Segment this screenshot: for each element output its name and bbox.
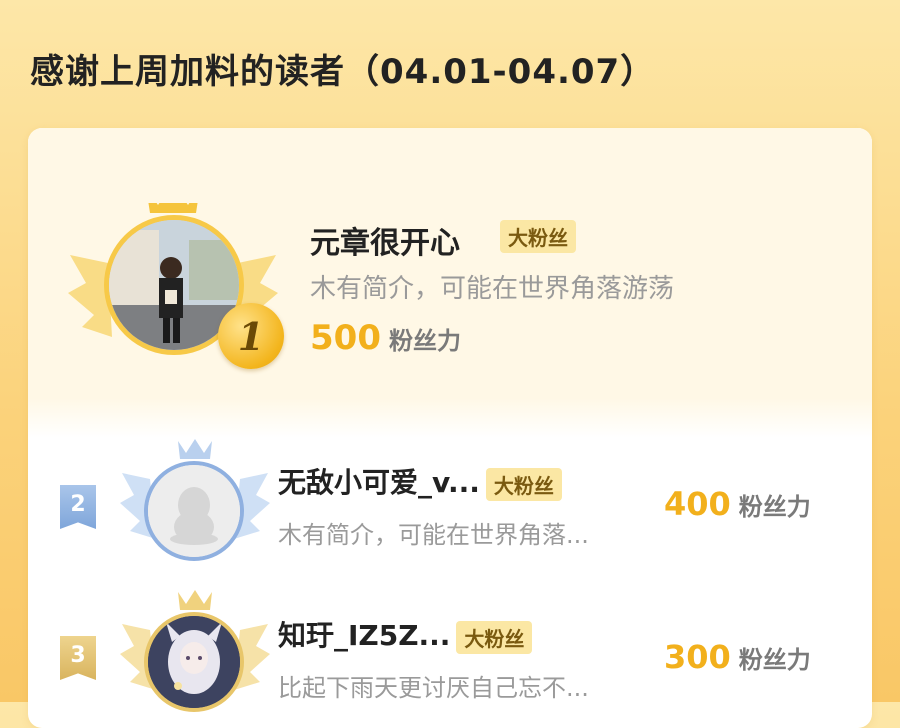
fan-power-value: 300 xyxy=(664,638,731,676)
user-name[interactable]: 元章很开心 xyxy=(310,218,460,262)
fan-badge: 大粉丝 xyxy=(485,467,562,501)
fan-power: 300 粉丝力 xyxy=(664,638,811,676)
user-name[interactable]: 知玗_IZ5Z... 大粉丝 xyxy=(278,614,533,654)
rank-3-flag: 3 xyxy=(60,636,96,680)
penguin-icon xyxy=(148,465,240,557)
fan-badge: 大粉丝 xyxy=(500,220,576,253)
rank-1-emblem: 1 xyxy=(68,183,284,383)
fan-power: 400 粉丝力 xyxy=(664,485,811,523)
user-name[interactable]: 无敌小可爱_v... 大粉丝 xyxy=(278,461,562,501)
fan-power-unit: 粉丝力 xyxy=(738,493,811,521)
rank-2-flag: 2 xyxy=(60,485,96,529)
leaderboard-card: 1 元章很开心 大粉丝 木有简介，可能在世界角落游荡 500 粉丝力 2 无敌小… xyxy=(28,128,872,728)
user-bio: 比起下雨天更讨厌自己忘不... xyxy=(278,674,589,702)
rank-3-emblem xyxy=(120,590,270,720)
avatar[interactable] xyxy=(144,612,244,712)
rank-2-emblem xyxy=(120,439,270,569)
avatar[interactable] xyxy=(144,461,244,561)
list-item[interactable]: 2 无敌小可爱_v... 大粉丝 木有简介，可能在世界角落... 400 粉丝力 xyxy=(28,433,872,583)
anime-avatar-icon xyxy=(148,616,240,708)
user-bio: 木有简介，可能在世界角落... xyxy=(278,521,589,549)
fan-badge: 大粉丝 xyxy=(456,620,533,654)
fan-power-value: 500 xyxy=(310,318,381,358)
fan-power: 500 粉丝力 xyxy=(310,318,461,358)
page-title: 感谢上周加料的读者（04.01-04.07） xyxy=(30,52,656,92)
list-item[interactable]: 3 知玗_IZ5Z... 大粉丝 比起下雨天更讨厌自己忘不... 300 粉丝力 xyxy=(28,586,872,728)
rank-1-medal: 1 xyxy=(218,303,284,369)
user-bio: 木有简介，可能在世界角落游荡 xyxy=(310,274,675,304)
fan-power-unit: 粉丝力 xyxy=(738,646,811,674)
fan-power-value: 400 xyxy=(664,485,731,523)
fan-power-unit: 粉丝力 xyxy=(388,327,461,355)
